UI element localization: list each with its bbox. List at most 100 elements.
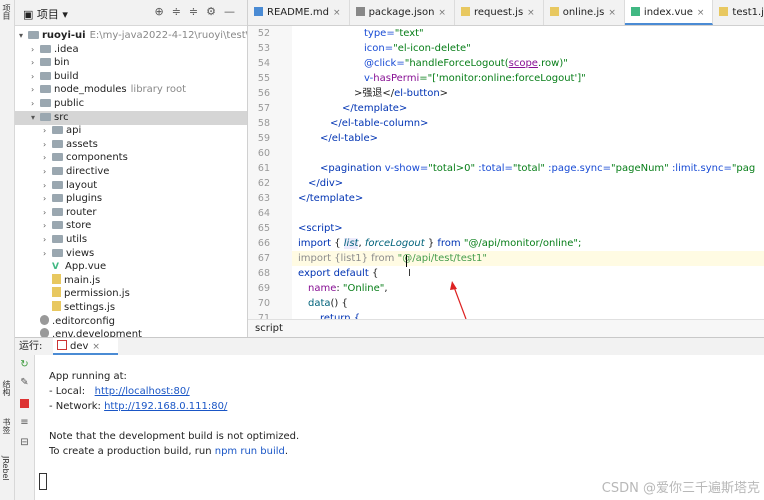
tab-online-js[interactable]: online.js × (544, 0, 625, 25)
tab-test1-js[interactable]: test1.js× (713, 0, 764, 25)
chevron-right-icon[interactable]: › (31, 56, 40, 70)
folder-icon (52, 248, 63, 257)
tree-item-plugins[interactable]: › plugins (15, 192, 247, 206)
chevron-right-icon[interactable]: › (31, 70, 40, 84)
code-editor[interactable]: 52 53 54 55 56 57 58 59 60 61 62 63 64 65 66 67 68 69 70 71… (248, 26, 764, 319)
chevron-right-icon[interactable]: › (43, 151, 52, 165)
bookmarks-tool-label[interactable]: 书签 (1, 418, 12, 434)
local-url-link[interactable]: http://localhost:80/ (95, 386, 190, 397)
tree-item-permission-js[interactable]: permission.js (15, 287, 247, 301)
trash-icon[interactable]: ⊟ (19, 437, 30, 448)
close-icon[interactable]: × (333, 8, 341, 18)
chevron-right-icon[interactable]: › (43, 138, 52, 152)
chevron-right-icon[interactable]: › (43, 192, 52, 206)
tree-item-label: api (66, 125, 82, 137)
rerun-icon[interactable]: ↻ (19, 359, 30, 370)
tree-item-assets[interactable]: › assets (15, 138, 247, 152)
tree-item-components[interactable]: › components (15, 151, 247, 165)
tree-item-idea[interactable]: › .idea (15, 43, 247, 57)
jrebel-tool-label[interactable]: JRebel (1, 456, 10, 481)
tree-item-editorconfig[interactable]: .editorconfig (15, 314, 247, 329)
tab-label: index.vue (643, 7, 693, 18)
tree-item-node-modules[interactable]: › node_modules library root (15, 83, 247, 97)
close-icon[interactable]: × (438, 8, 446, 18)
folder-icon (40, 85, 51, 94)
tab-label: README.md (267, 7, 330, 18)
tab-readme-md[interactable]: README.md × (248, 0, 350, 25)
tree-item-layout[interactable]: › layout (15, 179, 247, 193)
tree-item-build[interactable]: › build (15, 70, 247, 84)
chevron-right-icon[interactable]: › (43, 124, 52, 138)
chevron-right-icon[interactable]: › (31, 83, 40, 97)
tree-item-label: store (66, 220, 92, 232)
code-line: @click="handleForceLogout(scope.row)" (364, 58, 568, 69)
file-type-icon (719, 7, 729, 16)
code-line: import { list, forceLogout } from "@/api… (298, 238, 582, 249)
close-icon[interactable]: × (608, 8, 616, 18)
tree-item-env-development[interactable]: .env.development (15, 328, 247, 337)
tree-item-store[interactable]: › store (15, 219, 247, 233)
line-number: 66 (257, 238, 270, 249)
close-icon[interactable]: × (527, 8, 535, 18)
console-line: To create a production build, run npm ru… (49, 446, 289, 457)
format-icon[interactable]: ≡ (19, 417, 30, 428)
tree-item-views[interactable]: › views (15, 247, 247, 261)
chevron-down-icon[interactable]: ▾ (31, 111, 40, 125)
tree-item-app-vue[interactable]: V App.vue (15, 260, 247, 274)
stop-icon[interactable] (20, 399, 29, 408)
tree-item-label: public (54, 98, 85, 109)
close-icon[interactable]: × (697, 8, 705, 18)
tree-item-label: layout (66, 179, 98, 191)
tree-item-utils[interactable]: › utils (15, 233, 247, 247)
chevron-right-icon[interactable]: › (31, 97, 40, 111)
project-tool-label[interactable]: 项目 (1, 4, 12, 20)
tree-item-label: plugins (66, 193, 103, 205)
tree-item-label: components (66, 152, 128, 164)
chevron-right-icon[interactable]: › (43, 179, 52, 193)
run-tab-dev[interactable]: dev × (53, 338, 118, 355)
file-type-icon (630, 7, 640, 16)
tab-request-js[interactable]: request.js × (455, 0, 544, 25)
tree-item-bin[interactable]: › bin (15, 56, 247, 70)
network-url-link[interactable]: http://192.168.0.111:80/ (104, 401, 227, 412)
tree-item-settings-js[interactable]: settings.js (15, 301, 247, 315)
tree-item-src[interactable]: ▾ src (15, 110, 247, 125)
project-panel: ▣ 项目 ▾ ⊕≑≑⚙— ▾ ruoyi-ui E:\my-java2022-4-1… (15, 0, 248, 337)
chevron-right-icon[interactable]: › (31, 43, 40, 57)
tree-item-router[interactable]: › router (15, 206, 247, 220)
breadcrumb[interactable]: script (248, 319, 764, 337)
left-tool-stripe: 项目 结构 书签 JRebel (0, 0, 15, 500)
tree-item-label: bin (54, 57, 70, 69)
chevron-right-icon[interactable]: › (43, 165, 52, 179)
tree-item-public[interactable]: › public (15, 97, 247, 111)
chevron-right-icon[interactable]: › (43, 219, 52, 233)
chevron-down-icon[interactable]: ▾ (19, 29, 28, 43)
tree-item-label: main.js (64, 274, 101, 286)
close-icon[interactable]: × (92, 342, 100, 352)
folder-icon (40, 44, 51, 53)
tab-index-vue[interactable]: index.vue × (624, 0, 714, 25)
line-number: 67 (257, 253, 270, 264)
wrench-icon[interactable]: ✎ (19, 377, 30, 388)
tree-item-ruoyi-ui[interactable]: ▾ ruoyi-uiE:\my-java2022-4-12\ruoyi\test\… (15, 29, 247, 43)
chevron-right-icon[interactable]: › (43, 206, 52, 220)
code-line: icon="el-icon-delete" (364, 43, 471, 54)
project-panel-tools[interactable]: ⊕≑≑⚙— (154, 5, 243, 18)
tree-item-label: src (54, 111, 69, 123)
tree-item-label: settings.js (64, 302, 116, 313)
tree-item-main-js[interactable]: main.js (15, 273, 247, 288)
folder-icon (40, 58, 51, 67)
console-input-cursor[interactable] (39, 473, 47, 490)
structure-tool-label[interactable]: 结构 (1, 380, 12, 396)
tab-package-json[interactable]: package.json × (350, 0, 455, 25)
tree-item-directive[interactable]: › directive (15, 165, 247, 179)
folder-icon (52, 167, 63, 175)
project-panel-title[interactable]: ▣ 项目 ▾ (23, 6, 68, 22)
chevron-right-icon[interactable]: › (43, 233, 52, 247)
chevron-right-icon[interactable]: › (43, 247, 52, 261)
tree-item-api[interactable]: › api (15, 124, 247, 138)
folder-icon (40, 112, 51, 121)
tree-item-label: ruoyi-ui (42, 30, 86, 41)
folder-icon (28, 31, 39, 39)
run-tools: ↻ ✎ ≡ ⊟ (15, 355, 35, 500)
